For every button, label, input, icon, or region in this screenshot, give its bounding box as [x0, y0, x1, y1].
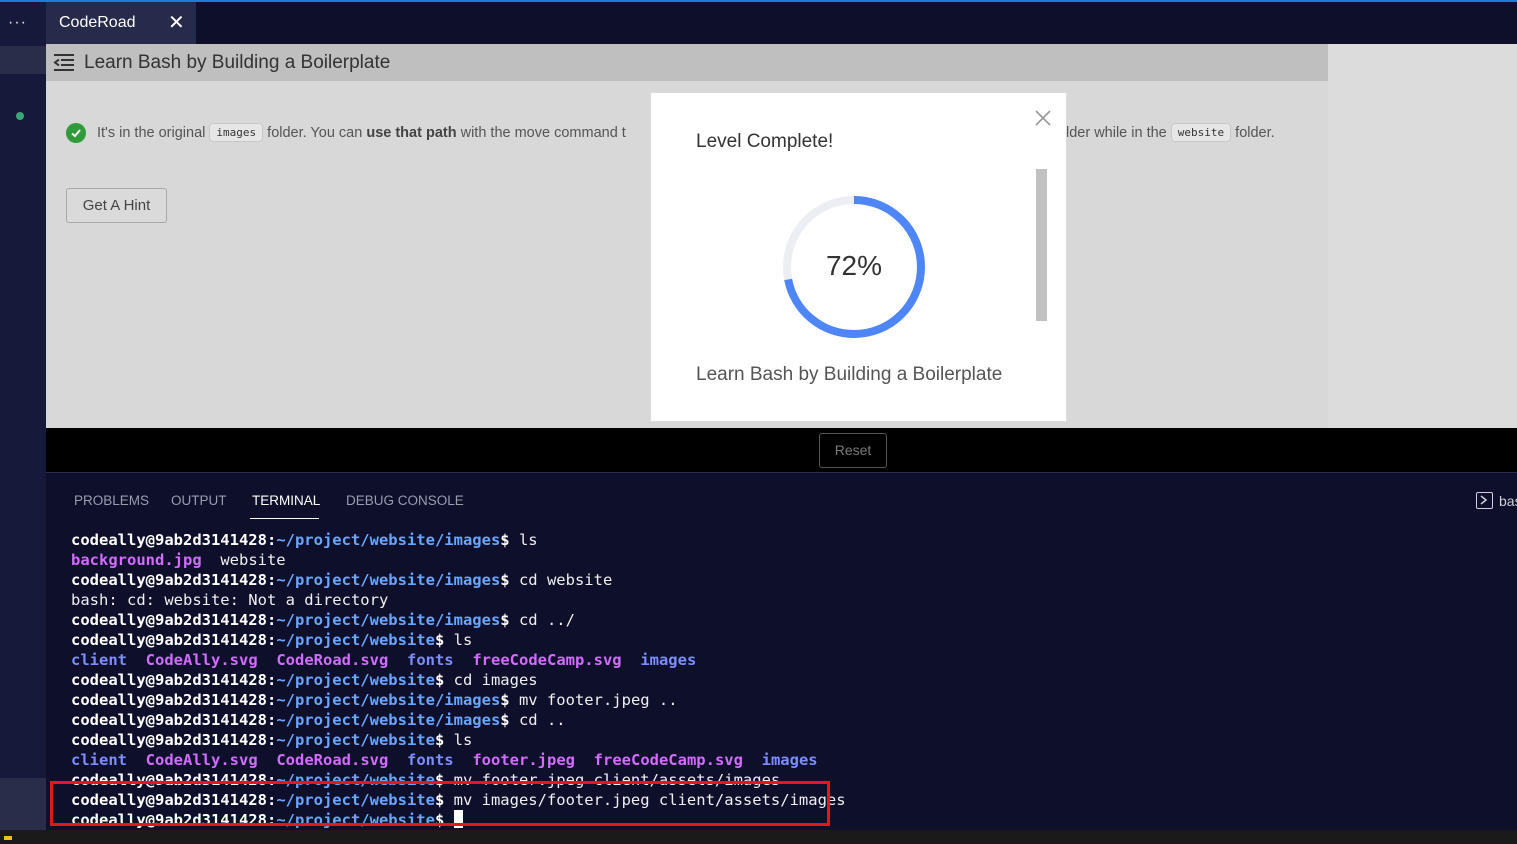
- tab-label: CodeRoad: [59, 14, 136, 31]
- terminal-line: bash: cd: website: Not a directory: [71, 591, 389, 609]
- terminal-line: codeally@9ab2d3141428:~/project/website/…: [71, 531, 538, 549]
- step-text: It's in the original images folder. You …: [97, 123, 626, 142]
- terminal-line: codeally@9ab2d3141428:~/project/website$…: [71, 731, 473, 749]
- inline-code: website: [1170, 123, 1232, 142]
- terminal-line: codeally@9ab2d3141428:~/project/website/…: [71, 611, 575, 629]
- terminal-line: client CodeAlly.svg CodeRoad.svg fonts f…: [71, 751, 818, 769]
- tab-coderoad[interactable]: CodeRoad ✕: [46, 2, 196, 44]
- menu-icon[interactable]: [52, 52, 76, 74]
- dialog-title: Level Complete!: [696, 131, 834, 152]
- terminal-icon[interactable]: [1476, 492, 1493, 509]
- tab-problems[interactable]: PROBLEMS: [74, 493, 149, 508]
- check-circle-icon: [66, 123, 86, 143]
- active-tab-underline: [250, 518, 319, 519]
- tab-terminal[interactable]: TERMINAL: [252, 493, 320, 508]
- reset-button[interactable]: Reset: [819, 433, 887, 468]
- terminal-profile-label[interactable]: bas: [1499, 493, 1517, 509]
- terminal-line: codeally@9ab2d3141428:~/project/website$…: [71, 671, 538, 689]
- tab-output[interactable]: OUTPUT: [171, 493, 227, 508]
- close-icon[interactable]: ✕: [168, 11, 185, 35]
- inline-code: images: [209, 123, 264, 142]
- terminal-line: client CodeAlly.svg CodeRoad.svg fonts f…: [71, 651, 697, 669]
- page-title: Learn Bash by Building a Boilerplate: [84, 52, 391, 73]
- activity-bar: ···: [0, 2, 46, 832]
- terminal-line: codeally@9ab2d3141428:~/project/website/…: [71, 691, 678, 709]
- tab-debug-console[interactable]: DEBUG CONSOLE: [346, 493, 464, 508]
- dialog-subtitle: Learn Bash by Building a Boilerplate: [696, 364, 1003, 385]
- terminal-line: codeally@9ab2d3141428:~/project/website$…: [71, 631, 473, 649]
- close-icon[interactable]: [1032, 107, 1054, 129]
- activity-selected-item[interactable]: [0, 46, 46, 74]
- editor-tab-bar: CodeRoad ✕: [46, 2, 1517, 44]
- annotation-highlight-box: [50, 781, 830, 826]
- tutorial-header: Learn Bash by Building a Boilerplate: [46, 44, 1328, 81]
- activity-bottom-item[interactable]: [0, 778, 46, 832]
- level-complete-dialog: Level Complete! 72% Learn Bash by Buildi…: [650, 92, 1067, 422]
- status-indicator: [4, 836, 12, 840]
- progress-percent: 72%: [825, 250, 883, 281]
- get-hint-button[interactable]: Get A Hint: [66, 188, 167, 223]
- status-dot-icon: [16, 112, 24, 120]
- terminal-line: background.jpg website: [71, 551, 286, 569]
- tutorial-footer: Reset: [46, 428, 1517, 472]
- status-bar: [0, 830, 1517, 844]
- panel-right-region: [1328, 44, 1517, 428]
- more-actions-icon[interactable]: ···: [8, 14, 27, 32]
- step-text-continued: lder while in the website folder.: [1066, 123, 1275, 142]
- terminal-line: codeally@9ab2d3141428:~/project/website/…: [71, 711, 566, 729]
- terminal-line: codeally@9ab2d3141428:~/project/website/…: [71, 571, 613, 589]
- dialog-scrollbar[interactable]: [1036, 169, 1047, 321]
